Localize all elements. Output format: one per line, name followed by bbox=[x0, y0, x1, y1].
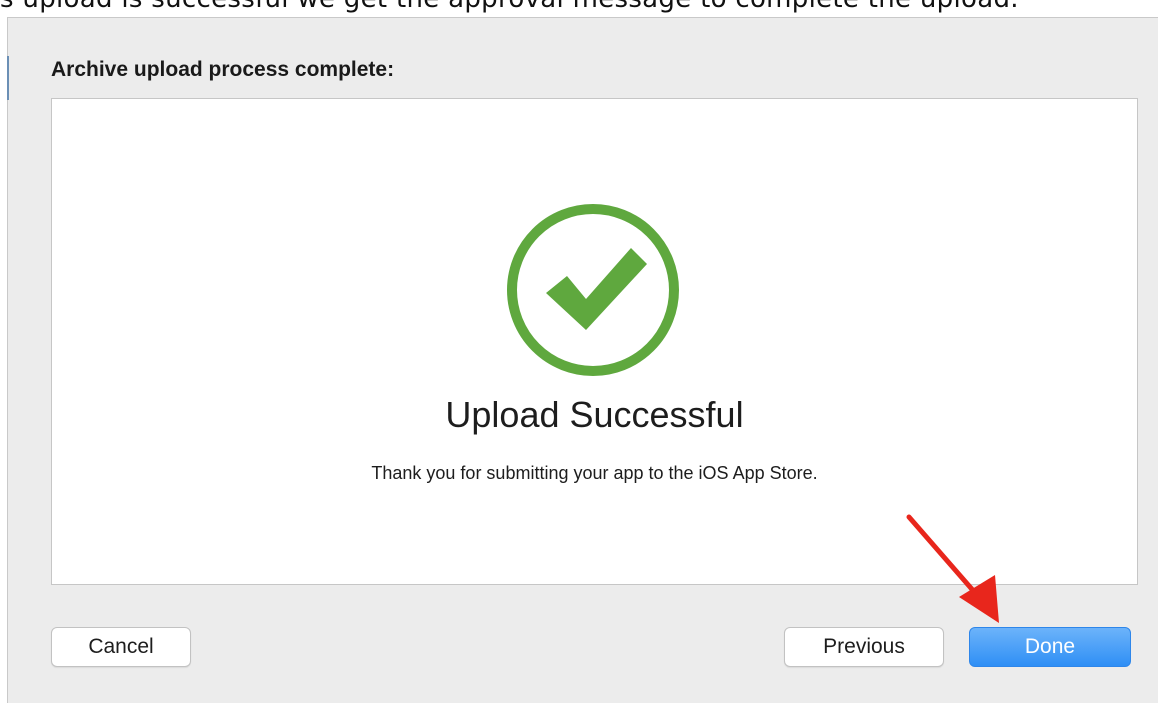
checkmark-circle-icon bbox=[507, 204, 679, 376]
dialog-sheet: Archive upload process complete: Upload … bbox=[7, 17, 1158, 703]
window-edge-accent bbox=[7, 56, 9, 100]
red-arrow-icon bbox=[906, 514, 999, 623]
cancel-button[interactable]: Cancel bbox=[51, 627, 191, 667]
success-title: Upload Successful bbox=[445, 394, 744, 435]
cropped-caption-text: s upload is successful we get the approv… bbox=[0, 0, 1019, 14]
previous-button[interactable]: Previous bbox=[784, 627, 944, 667]
done-button[interactable]: Done bbox=[969, 627, 1131, 667]
cropped-caption: s upload is successful we get the approv… bbox=[0, 0, 1158, 16]
dialog-heading: Archive upload process complete: bbox=[51, 58, 395, 81]
result-panel: Upload Successful Thank you for submitti… bbox=[51, 98, 1138, 585]
success-message: Thank you for submitting your app to the… bbox=[371, 463, 818, 483]
